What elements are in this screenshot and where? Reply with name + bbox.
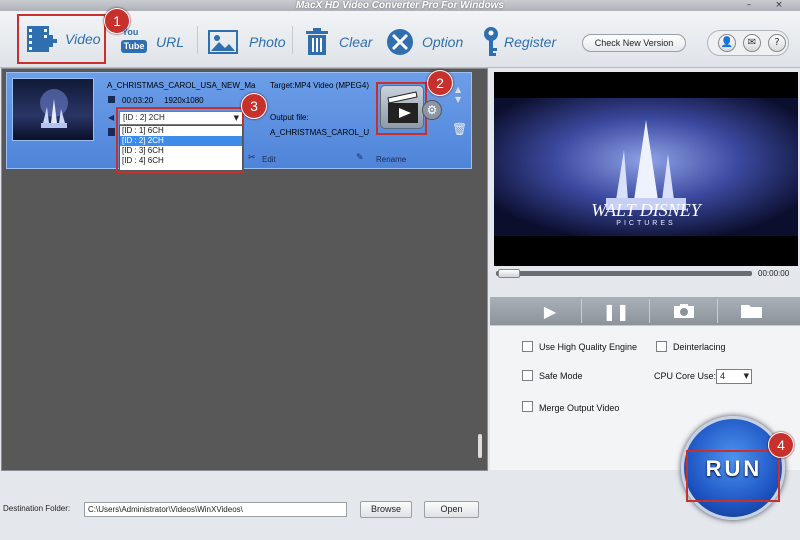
control-divider xyxy=(581,299,582,323)
deinterlacing-checkbox[interactable] xyxy=(656,341,667,352)
add-video-icon xyxy=(27,26,57,52)
subtitle-icon xyxy=(108,128,115,136)
castle-thumbnail-image xyxy=(40,89,68,128)
disney-logo-subtext: PICTURES xyxy=(616,220,676,227)
target-format: Target:MP4 Video (MPEG4) xyxy=(270,81,370,90)
gear-icon[interactable]: ⚙ xyxy=(422,100,442,120)
close-button[interactable]: × xyxy=(772,0,786,11)
seek-bar[interactable]: 00:00:00 xyxy=(494,266,800,282)
clear-button[interactable]: Clear xyxy=(304,24,372,60)
add-photo-button[interactable]: Photo xyxy=(207,24,286,60)
add-video-button[interactable]: Video xyxy=(17,14,106,64)
duration: 00:03:20 xyxy=(122,96,154,105)
highlight-box-2 xyxy=(376,82,427,135)
key-icon xyxy=(484,27,498,56)
preview-frame-image xyxy=(494,98,798,236)
register-button[interactable]: Register xyxy=(482,24,556,60)
video-label: Video xyxy=(65,31,101,47)
audio-option[interactable]: [ID : 1] 6CH xyxy=(120,126,242,136)
edit-button[interactable]: Edit xyxy=(262,155,276,164)
control-divider xyxy=(717,299,718,323)
cpu-core-select[interactable]: 4 ▼ xyxy=(716,369,752,384)
url-label: URL xyxy=(156,34,185,50)
toolbar-divider xyxy=(197,26,198,54)
video-preview: WALT DISNEY PICTURES xyxy=(494,72,798,266)
resolution: 1920x1080 xyxy=(164,96,204,105)
move-down-icon[interactable]: ▼ xyxy=(455,95,461,104)
safe-mode-label: Safe Mode xyxy=(539,371,583,381)
file-name: A_CHRISTMAS_CAROL_USA_NEW_Ma xyxy=(107,81,256,90)
delete-icon[interactable]: 🗑 xyxy=(452,122,467,136)
rename-button[interactable]: Rename xyxy=(376,155,406,164)
check-new-version-button[interactable]: Check New Version xyxy=(582,34,686,52)
seek-handle[interactable] xyxy=(498,269,520,278)
output-label: Output file: xyxy=(270,113,309,122)
highlight-box-4 xyxy=(686,450,780,502)
merge-output-label: Merge Output Video xyxy=(539,403,620,413)
high-quality-checkbox[interactable] xyxy=(522,341,533,352)
photo-icon xyxy=(208,30,238,54)
cpu-core-label: CPU Core Use: xyxy=(654,371,717,381)
step-badge-2: 2 xyxy=(427,70,453,96)
photo-label: Photo xyxy=(249,34,286,50)
pause-icon[interactable]: ❚❚ xyxy=(583,297,649,325)
register-label: Register xyxy=(504,34,557,50)
audio-option-selected[interactable]: [ID : 2] 2CH xyxy=(120,136,242,146)
audio-track-list: [ID : 1] 6CH [ID : 2] 2CH [ID : 3] 6CH [… xyxy=(119,125,243,171)
step-badge-4: 4 xyxy=(768,432,794,458)
disney-logo-text: WALT DISNEY xyxy=(591,200,701,220)
folder-icon[interactable] xyxy=(719,297,785,325)
audio-option[interactable]: [ID : 4] 6CH xyxy=(120,156,242,166)
open-button[interactable]: Open xyxy=(424,501,479,518)
trash-icon xyxy=(306,28,328,55)
seek-track[interactable] xyxy=(496,271,752,276)
browse-button[interactable]: Browse xyxy=(360,501,412,518)
output-file-name: A_CHRISTMAS_CAROL_U xyxy=(270,128,370,137)
destination-label: Destination Folder: xyxy=(3,504,71,513)
clock-icon xyxy=(108,96,115,103)
destination-path-input[interactable]: C:\Users\Administrator\Videos\WinXVideos… xyxy=(84,502,347,517)
option-button[interactable]: Option xyxy=(385,24,463,60)
audio-icon: ◀ xyxy=(108,113,115,122)
chevron-down-icon: ▼ xyxy=(743,372,749,380)
play-icon[interactable]: ▶ xyxy=(517,297,583,325)
clear-label: Clear xyxy=(339,34,373,50)
file-list-scrollbar[interactable] xyxy=(475,70,485,468)
audio-option[interactable]: [ID : 3] 6CH xyxy=(120,146,242,156)
deinterlacing-label: Deinterlacing xyxy=(673,342,726,352)
safe-mode-checkbox[interactable] xyxy=(522,370,533,381)
scroll-thumb[interactable] xyxy=(478,434,482,458)
option-label: Option xyxy=(422,34,464,50)
playback-time: 00:00:00 xyxy=(758,269,790,278)
edit-icon[interactable]: ✂ xyxy=(248,153,256,163)
high-quality-label: Use High Quality Engine xyxy=(539,342,638,352)
cpu-core-value: 4 xyxy=(720,371,726,381)
add-url-button[interactable]: You Tube URL xyxy=(120,24,184,60)
minimize-button[interactable]: – xyxy=(742,0,756,11)
step-badge-3: 3 xyxy=(241,93,267,119)
video-thumbnail[interactable] xyxy=(12,78,94,141)
camera-icon[interactable] xyxy=(651,297,717,325)
youtube-icon: You Tube xyxy=(120,27,148,57)
toolbar-divider xyxy=(292,26,293,54)
mail-icon[interactable]: ✉ xyxy=(743,34,761,52)
merge-output-checkbox[interactable] xyxy=(522,401,533,412)
user-icon[interactable]: 👤 xyxy=(718,34,736,52)
tools-icon xyxy=(387,29,413,55)
help-icon[interactable]: ? xyxy=(768,34,786,52)
move-up-icon[interactable]: ▲ xyxy=(455,85,461,94)
rename-icon[interactable]: ✎ xyxy=(356,153,364,163)
control-divider xyxy=(649,299,650,323)
